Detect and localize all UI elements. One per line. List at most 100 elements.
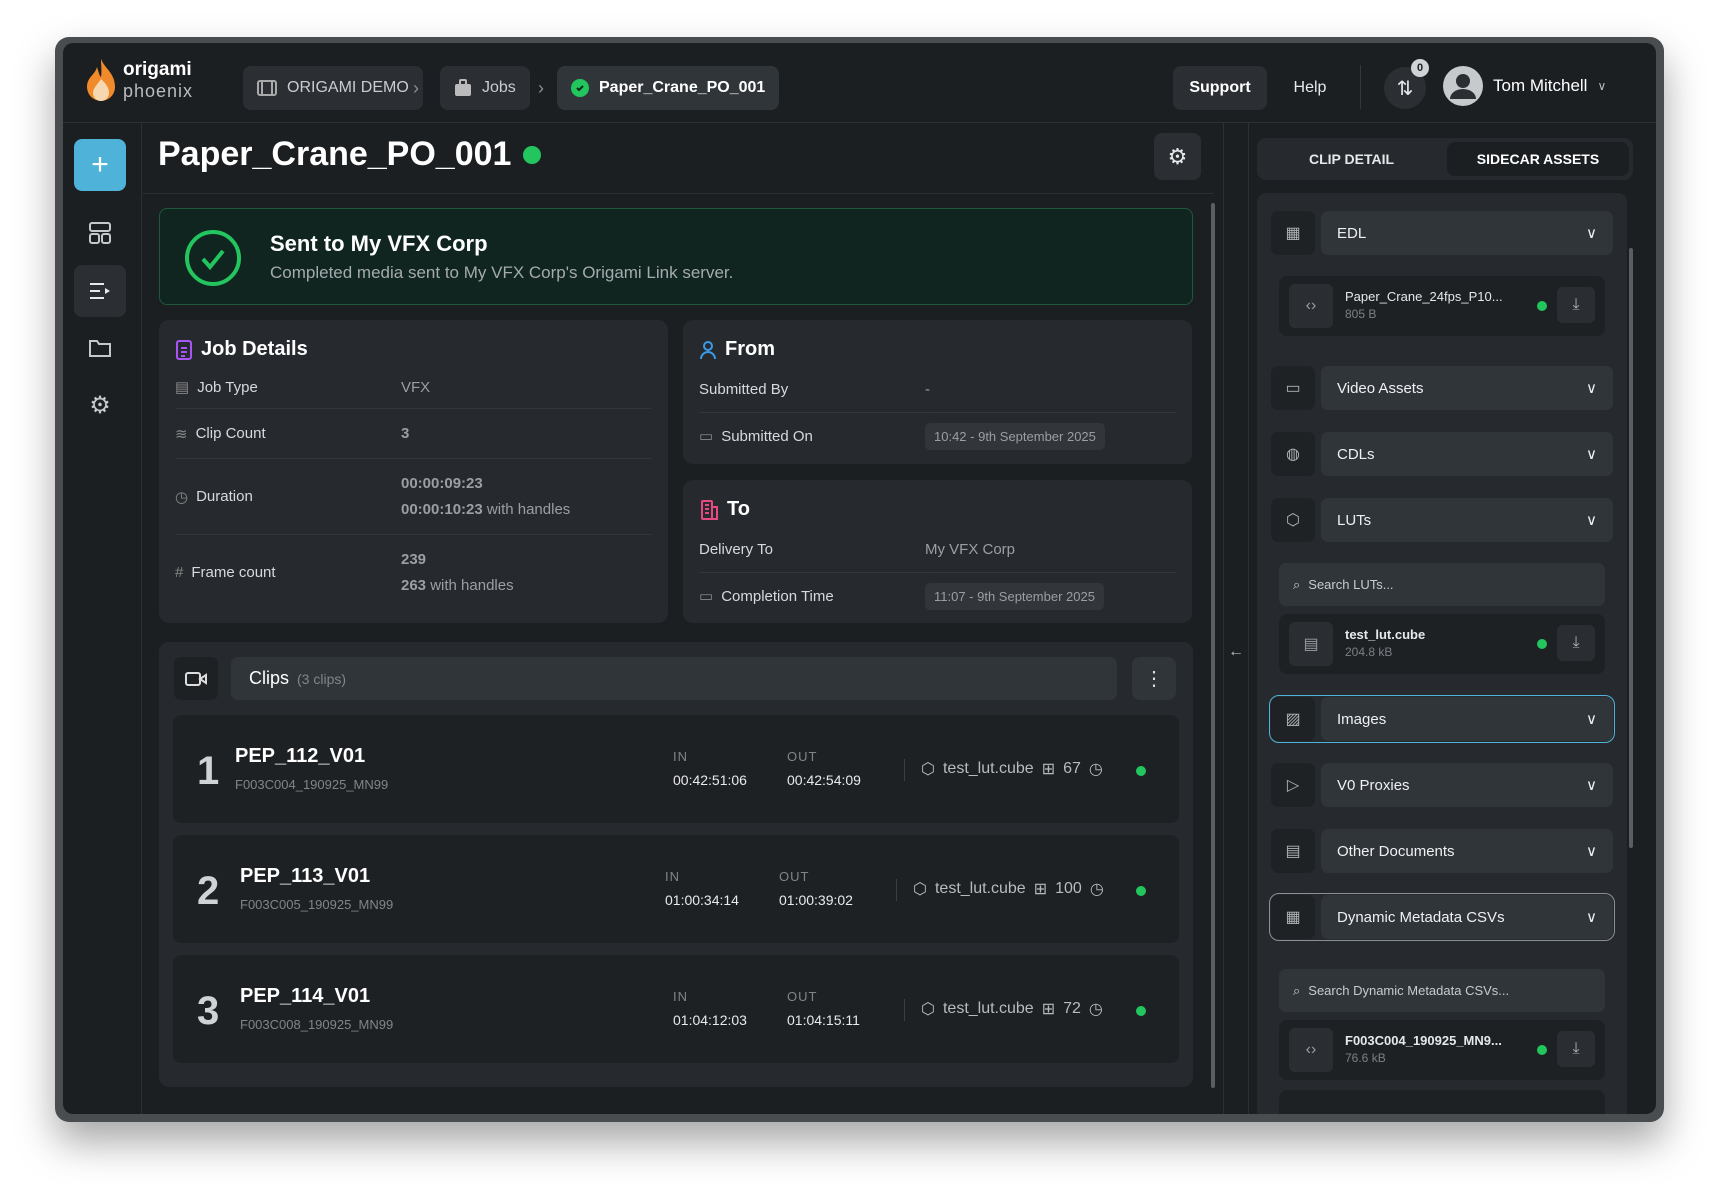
lut-search-input[interactable]: ⌕ Search LUTs... (1279, 563, 1605, 606)
divider (1223, 123, 1224, 1114)
chevron-right-icon: › (413, 78, 419, 98)
chevron-right-icon: › (538, 78, 544, 98)
card-title: To (727, 498, 750, 520)
file-name: Paper_Crane_24fps_P10... (1345, 289, 1503, 304)
files-nav[interactable] (74, 322, 126, 374)
section-other-documents[interactable]: ▤ Other Documents ∨ (1271, 829, 1613, 873)
divider (904, 999, 905, 1021)
handles-suffix: with handles (486, 501, 571, 518)
top-bar: origami phoenix ORIGAMI DEMO › Jobs › Pap… (63, 43, 1656, 123)
edl-file-item[interactable]: ‹› Paper_Crane_24fps_P10... 805 B ⤓ (1279, 276, 1605, 336)
breadcrumb-origami-demo[interactable]: ORIGAMI DEMO (243, 66, 423, 110)
status-banner: Sent to My VFX Corp Completed media sent… (159, 208, 1193, 305)
in-label: IN (673, 989, 688, 1004)
clips-more-button[interactable]: ⋮ (1132, 657, 1176, 700)
breadcrumb-jobs[interactable]: Jobs (440, 66, 530, 110)
csv-file-item[interactable]: ‹› F003C004_190925_MN9... 76.6 kB ⤓ (1279, 1020, 1605, 1080)
transfer-arrows-icon: ⇅ (1396, 77, 1414, 100)
section-luts[interactable]: ⬡ LUTs ∨ (1271, 498, 1613, 542)
clip-meta: ⬡ test_lut.cube ⊞ 100 ◷ (913, 879, 1104, 899)
new-job-button[interactable]: + (74, 139, 126, 191)
dashboard-nav[interactable] (74, 207, 126, 259)
row-value: 10:42 - 9th September 2025 (925, 422, 1105, 450)
right-panel-tabs: CLIP DETAIL SIDECAR ASSETS (1257, 138, 1633, 180)
breadcrumb-current-job[interactable]: Paper_Crane_PO_001 (557, 66, 780, 110)
frames-handles-value: 263 (401, 576, 427, 594)
tab-clip-detail[interactable]: CLIP DETAIL (1261, 142, 1442, 176)
user-name: Tom Mitchell (1493, 76, 1588, 95)
in-timecode: 01:00:34:14 (665, 892, 739, 908)
jobs-nav[interactable] (74, 265, 126, 317)
breadcrumb-label: Jobs (482, 79, 516, 96)
user-menu[interactable]: Tom Mitchell ∨ (1443, 66, 1606, 106)
layers-icon: ≋ (175, 425, 188, 443)
cube-icon: ⬡ (1271, 498, 1315, 542)
right-panel-scrollbar[interactable] (1629, 248, 1633, 848)
divider (1248, 123, 1249, 1114)
section-video-assets[interactable]: ▭ Video Assets ∨ (1271, 366, 1613, 410)
divider (896, 879, 897, 901)
section-dynamic-metadata-csvs[interactable]: ▦ Dynamic Metadata CSVs ∨ (1269, 893, 1615, 941)
card-title: Job Details (201, 338, 308, 360)
chevron-down-icon: ∨ (1597, 79, 1607, 93)
support-button[interactable]: Support (1173, 66, 1267, 110)
clip-number: 1 (197, 749, 220, 793)
settings-nav[interactable]: ⚙ (74, 379, 126, 431)
phoenix-flame-icon (87, 59, 115, 101)
clip-out: OUT 01:00:39:02 (779, 869, 853, 908)
clip-lut: test_lut.cube (934, 880, 1026, 897)
section-images[interactable]: ▨ Images ∨ (1269, 695, 1615, 743)
job-settings-button[interactable]: ⚙ (1154, 133, 1201, 180)
cube-icon: ⬡ (921, 761, 935, 778)
download-icon: ⤓ (1572, 1040, 1580, 1057)
document-icon (176, 339, 192, 360)
card-title: From (725, 338, 775, 360)
from-card: From Submitted By - ▭ Submitted On 10:42 - … (683, 320, 1192, 464)
banner-title: Sent to My VFX Corp (270, 231, 488, 256)
user-icon (700, 340, 716, 359)
in-label: IN (673, 749, 688, 764)
brand-sub: phoenix (123, 80, 194, 101)
download-button[interactable]: ⤓ (1557, 287, 1595, 323)
clip-number: 2 (197, 869, 220, 913)
clip-status-dot (1136, 886, 1146, 896)
submitted-by-row: Submitted By - (699, 366, 1176, 413)
clip-row[interactable]: 2 PEP_113_V01 F003C005_190925_MN99 IN 01:… (173, 835, 1179, 943)
status-dot (1537, 1045, 1547, 1055)
section-v0-proxies[interactable]: ▷ V0 Proxies ∨ (1271, 763, 1613, 807)
code-file-icon: ‹› (1289, 1028, 1333, 1072)
clip-lut: test_lut.cube (942, 1000, 1034, 1017)
csv-file-item-partial[interactable] (1279, 1090, 1605, 1114)
main-scrollbar[interactable] (1211, 203, 1215, 1088)
section-cdls[interactable]: ◍ CDLs ∨ (1271, 432, 1613, 476)
clip-frames: 67 (1063, 760, 1081, 777)
lut-file-item[interactable]: ▤ test_lut.cube 204.8 kB ⤓ (1279, 614, 1605, 674)
clip-row[interactable]: 1 PEP_112_V01 F003C004_190925_MN99 IN 00:… (173, 715, 1179, 823)
banner-message: Completed media sent to My VFX Corp's Or… (270, 263, 734, 282)
chevron-down-icon: ∨ (1586, 446, 1597, 463)
row-value: 11:07 - 9th September 2025 (925, 582, 1104, 610)
clip-out: OUT 00:42:54:09 (787, 749, 861, 788)
file-icon: ▤ (1289, 622, 1333, 666)
section-label: Video Assets (1337, 379, 1424, 397)
clip-name: PEP_112_V01 (235, 745, 366, 767)
breadcrumb-label: Paper_Crane_PO_001 (599, 79, 766, 96)
list-play-icon (90, 283, 110, 299)
download-button[interactable]: ⤓ (1557, 1031, 1595, 1067)
chevron-down-icon: ∨ (1586, 711, 1597, 728)
csv-search-input[interactable]: ⌕ Search Dynamic Metadata CSVs... (1279, 969, 1605, 1012)
download-icon: ⤓ (1572, 296, 1580, 313)
download-button[interactable]: ⤓ (1557, 625, 1595, 661)
file-size: 76.6 kB (1345, 1051, 1386, 1065)
collapse-panel-arrow-icon[interactable]: ← (1228, 643, 1244, 661)
tab-sidecar-assets[interactable]: SIDECAR ASSETS (1447, 142, 1629, 176)
video-file-icon: ▷ (1271, 763, 1315, 807)
clip-number: 3 (197, 989, 220, 1033)
chevron-down-icon: ∨ (1586, 777, 1597, 794)
section-edl[interactable]: ▦ EDL ∨ (1271, 211, 1613, 255)
clip-row[interactable]: 3 PEP_114_V01 F003C008_190925_MN99 IN 01:… (173, 955, 1179, 1063)
help-button[interactable]: Help (1275, 66, 1345, 110)
logo[interactable]: origami phoenix (85, 57, 193, 103)
more-vertical-icon: ⋮ (1144, 668, 1164, 690)
avatar (1443, 66, 1483, 106)
